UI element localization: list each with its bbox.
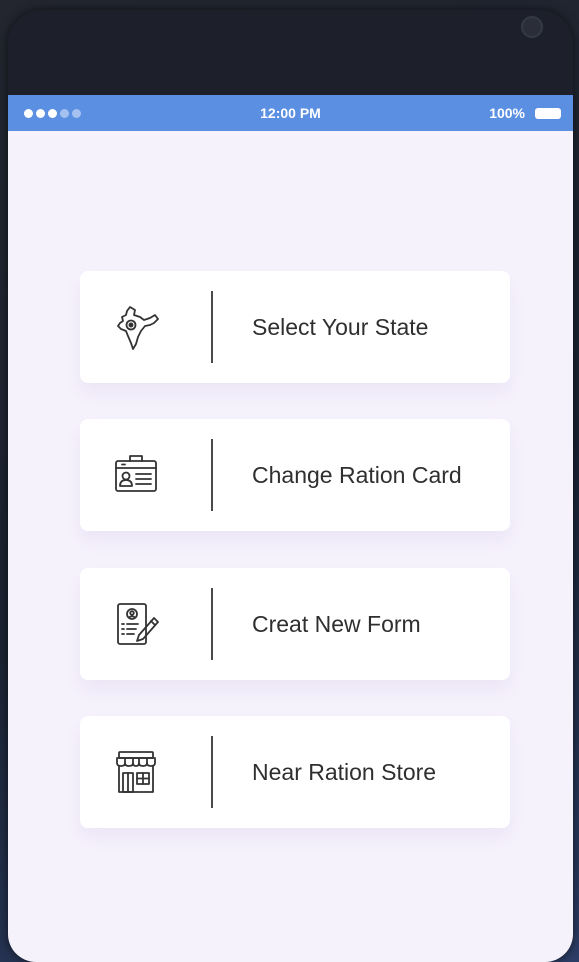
status-bar: 12:00 PM 100% [8, 95, 573, 131]
card-divider [211, 736, 213, 808]
near-ration-store-button[interactable]: Near Ration Store [80, 716, 510, 828]
card-divider [211, 588, 213, 660]
store-icon [110, 746, 162, 798]
create-new-form-label: Creat New Form [252, 610, 421, 637]
select-state-button[interactable]: Select Your State [80, 271, 510, 383]
near-ration-store-label: Near Ration Store [252, 758, 437, 785]
battery-icon [535, 108, 561, 119]
select-state-label: Select Your State [252, 313, 429, 340]
form-edit-icon [110, 598, 162, 650]
main-content: Select Your State Change Ration Card Cre… [8, 131, 573, 962]
change-ration-card-label: Change Ration Card [252, 461, 462, 488]
phone-frame: 12:00 PM 100% Select Your State Change R… [8, 10, 573, 962]
india-map-icon [110, 301, 162, 353]
change-ration-card-button[interactable]: Change Ration Card [80, 419, 510, 531]
battery-level: 100% [489, 105, 525, 121]
id-card-icon [110, 449, 162, 501]
camera-icon [521, 16, 543, 38]
card-divider [211, 439, 213, 511]
create-new-form-button[interactable]: Creat New Form [80, 568, 510, 680]
card-divider [211, 291, 213, 363]
